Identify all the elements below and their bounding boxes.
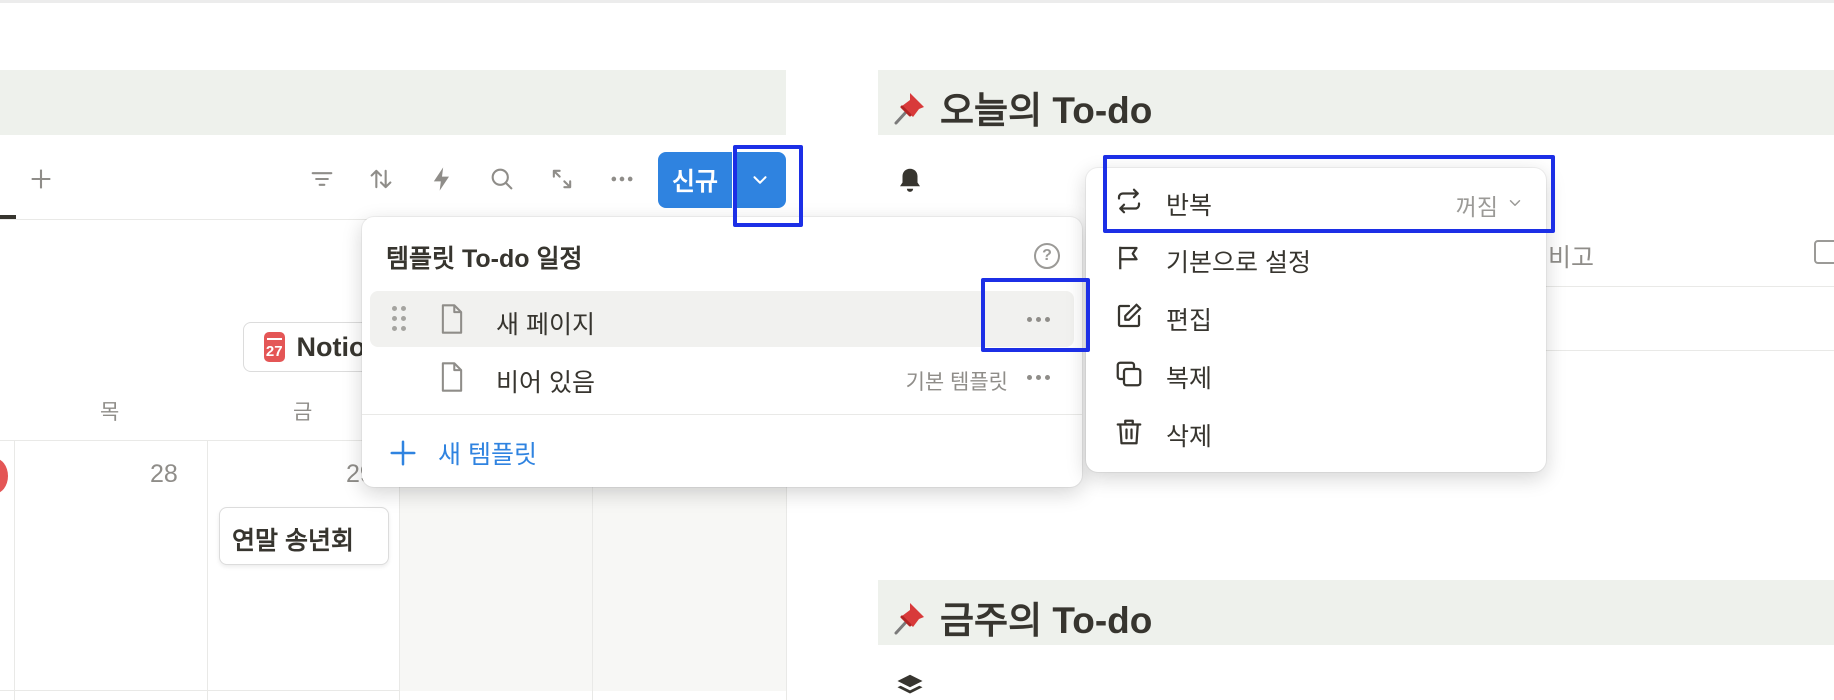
weekday-fri: 금 (293, 401, 313, 424)
help-icon[interactable]: ? (1034, 243, 1060, 269)
pushpin-icon (894, 603, 924, 635)
search-icon[interactable] (485, 162, 519, 196)
today-title-text: 오늘의 To-do (940, 90, 1153, 131)
menu-item-label: 복제 (1166, 365, 1213, 393)
plus-icon (390, 440, 416, 466)
calendar-grid-line (207, 440, 208, 700)
more-options-icon[interactable] (605, 162, 639, 196)
date-column-icon (1814, 240, 1834, 264)
new-button-label: 신규 (671, 168, 718, 196)
menu-item-set-default[interactable]: 기본으로 설정 (1086, 229, 1546, 287)
trash-icon (1116, 419, 1142, 445)
bell-icon (900, 168, 920, 192)
menu-item-label: 기본으로 설정 (1166, 249, 1311, 277)
new-template-button[interactable]: 새 템플릿 (388, 435, 537, 471)
week-section-title: 금주의 To-do (890, 590, 1152, 644)
event-title: 연말 송년회 (232, 527, 354, 555)
calendar-icon: 27 (264, 332, 285, 362)
expand-icon[interactable] (545, 162, 579, 196)
page-icon (441, 304, 463, 334)
add-view-icon[interactable] (24, 162, 58, 196)
layers-icon (897, 674, 923, 694)
today-section-title: 오늘의 To-do (890, 80, 1152, 134)
calendar-event[interactable]: 연말 송년회 (219, 507, 389, 565)
new-template-label: 새 템플릿 (438, 441, 537, 469)
menu-item-duplicate[interactable]: 복제 (1086, 345, 1546, 403)
new-button[interactable]: 신규 (658, 152, 732, 208)
flag-icon (1119, 246, 1138, 270)
highlight-new-dropdown (733, 145, 803, 227)
menu-item-delete[interactable]: 삭제 (1086, 403, 1546, 461)
comment-column-header: 비고 (1548, 244, 1595, 272)
automation-lightning-icon[interactable] (425, 162, 459, 196)
filter-icon[interactable] (305, 162, 339, 196)
menu-item-label: 삭제 (1166, 423, 1213, 451)
menu-divider (362, 414, 1082, 415)
page-icon (441, 362, 463, 392)
today-marker (0, 458, 8, 494)
calendar-grid-line (14, 440, 15, 700)
week-title-text: 금주의 To-do (940, 600, 1153, 641)
template-item-label: 새 페이지 (496, 311, 595, 339)
template-item[interactable]: 새 페이지 (370, 291, 1074, 347)
calendar-header-band (0, 70, 786, 135)
template-item-label: 비어 있음 (496, 369, 595, 397)
template-item[interactable]: 비어 있음 기본 템플릿 (370, 349, 1074, 405)
highlight-template-more (981, 278, 1090, 352)
menu-item-edit[interactable]: 편집 (1086, 287, 1546, 345)
top-divider (0, 0, 1834, 3)
day-number: 28 (150, 460, 178, 488)
default-template-badge: 기본 템플릿 (905, 371, 1008, 394)
pushpin-icon (894, 93, 924, 125)
template-menu-title: 템플릿 To-do 일정 (386, 245, 583, 273)
template-more-button[interactable] (1018, 363, 1058, 391)
drag-handle-icon[interactable] (392, 306, 406, 332)
edit-icon (1117, 303, 1142, 328)
highlight-repeat-item (1103, 155, 1555, 233)
duplicate-icon (1116, 361, 1142, 387)
weekday-thu: 목 (100, 401, 120, 424)
sort-icon[interactable] (364, 162, 398, 196)
menu-item-label: 편집 (1166, 307, 1213, 335)
template-menu: 템플릿 To-do 일정 ? 새 페이지 비어 있음 기본 템플릿 새 템플릿 (362, 217, 1082, 487)
